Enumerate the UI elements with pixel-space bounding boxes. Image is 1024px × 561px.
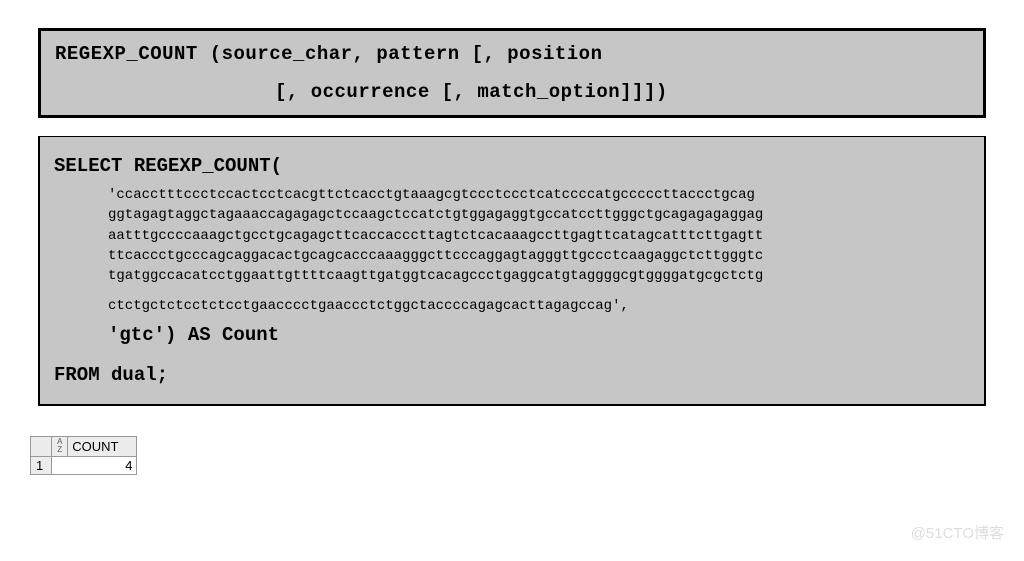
count-value-cell: 4 <box>52 457 137 475</box>
from-clause: FROM dual; <box>54 364 970 386</box>
column-type-icon: AZ <box>52 437 68 457</box>
sql-query-box: SELECT REGEXP_COUNT( 'ccacctttccctccactc… <box>38 136 986 406</box>
result-data-row: 1 4 <box>31 457 137 475</box>
seq-line-4: ttcaccctgcccagcaggacactgcagcacccaaagggct… <box>108 248 763 264</box>
pattern-argument: 'gtc') AS Count <box>54 324 970 346</box>
seq-line-1: 'ccacctttccctccactcctcacgttctcacctgtaaag… <box>108 187 755 203</box>
syntax-line-1: REGEXP_COUNT (source_char, pattern [, po… <box>55 43 969 65</box>
seq-line-3: aatttgccccaaagctgcctgcagagcttcaccaccctta… <box>108 228 763 244</box>
syntax-line-2: [, occurrence [, match_option]]]) <box>55 81 969 103</box>
result-grid: AZ COUNT 1 4 <box>30 436 137 475</box>
row-corner-cell <box>31 437 52 457</box>
row-number-cell: 1 <box>31 457 52 475</box>
seq-line-2: ggtagagtaggctagaaaccagagagctccaagctccatc… <box>108 207 763 223</box>
syntax-definition-box: REGEXP_COUNT (source_char, pattern [, po… <box>38 28 986 118</box>
select-clause: SELECT REGEXP_COUNT( <box>54 155 970 177</box>
watermark-text: @51CTO博客 <box>911 522 1004 543</box>
result-header-row: AZ COUNT <box>31 437 137 457</box>
column-header-count: COUNT <box>68 437 137 457</box>
seq-line-5: tgatggccacatcctggaattgttttcaagttgatggtca… <box>108 268 763 284</box>
seq-line-6: ctctgctctcctctcctgaacccctgaaccctctggctac… <box>54 298 970 314</box>
sequence-literal: 'ccacctttccctccactcctcacgttctcacctgtaaag… <box>54 185 970 286</box>
